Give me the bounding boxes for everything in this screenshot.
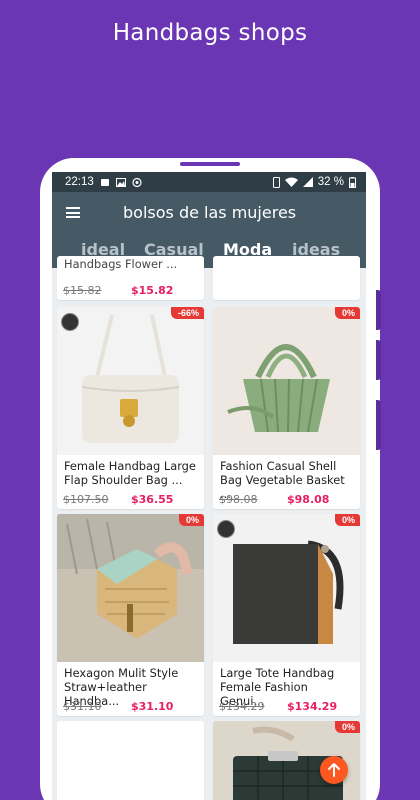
product-price: $134.29 bbox=[287, 700, 338, 713]
product-old-price: $31.10 bbox=[63, 700, 102, 713]
product-price: $31.10 bbox=[131, 700, 174, 713]
scroll-top-button[interactable] bbox=[320, 756, 348, 784]
product-name: Handbags Flower ... bbox=[64, 257, 178, 271]
app-screen: 22:13 32 % bolsos de las mujeres ideal C… bbox=[52, 172, 366, 800]
arrow-up-icon bbox=[328, 763, 340, 777]
hexagon-straw-bag-image bbox=[57, 514, 204, 662]
app-title: bolsos de las mujeres bbox=[123, 203, 297, 222]
discount-badge: -66% bbox=[170, 307, 204, 319]
phone-icon bbox=[272, 176, 280, 188]
app-notification-icon bbox=[132, 177, 142, 187]
volume-down-button bbox=[376, 340, 381, 380]
product-card[interactable]: 0% Large Tote Handbag Female Fashion Gen… bbox=[213, 514, 360, 716]
discount-badge: 0% bbox=[178, 514, 204, 526]
promo-title: Handbags shops bbox=[112, 20, 308, 46]
product-old-price: $107.50 bbox=[63, 493, 109, 506]
discount-badge: 0% bbox=[334, 514, 360, 526]
product-grid: Handbags Flower ... $15.82 $15.82 -66% F… bbox=[52, 256, 366, 800]
product-card[interactable]: Handbags Flower ... $15.82 $15.82 bbox=[57, 256, 204, 300]
status-time: 22:13 bbox=[65, 176, 94, 188]
app-bar: bolsos de las mujeres bbox=[52, 192, 366, 232]
product-image: 0% bbox=[57, 514, 204, 662]
status-bar: 22:13 32 % bbox=[52, 172, 366, 192]
image-icon bbox=[115, 177, 126, 187]
hamburger-icon[interactable] bbox=[66, 207, 80, 218]
battery-percent: 32 % bbox=[317, 176, 344, 188]
product-old-price: $15.82 bbox=[63, 284, 102, 297]
product-old-price: $98.08 bbox=[219, 493, 258, 506]
notification-icon bbox=[100, 178, 109, 186]
wifi-icon bbox=[284, 177, 298, 187]
green-basket-bag-image bbox=[213, 307, 360, 455]
product-card[interactable]: 0% Hexagon Mulit Style Straw+leather Han… bbox=[57, 514, 204, 716]
signal-icon bbox=[302, 177, 313, 187]
phone-speaker bbox=[180, 162, 240, 166]
product-image: 0% bbox=[213, 514, 360, 662]
product-card[interactable]: -66% Female Handbag Large Flap Shoulder … bbox=[57, 307, 204, 509]
volume-up-button bbox=[376, 290, 381, 330]
product-card[interactable] bbox=[57, 721, 204, 800]
power-button bbox=[376, 400, 381, 450]
product-name: Female Handbag Large Flap Shoulder Bag .… bbox=[64, 459, 196, 487]
product-price: $98.08 bbox=[287, 493, 330, 506]
black-tote-bag-image bbox=[213, 514, 360, 662]
discount-badge: 0% bbox=[334, 307, 360, 319]
product-old-price: $134.29 bbox=[219, 700, 265, 713]
product-image: 0% bbox=[213, 307, 360, 455]
product-card[interactable] bbox=[213, 256, 360, 300]
product-image: -66% bbox=[57, 307, 204, 455]
white-handbag-image bbox=[57, 307, 204, 455]
shop-logo bbox=[217, 520, 235, 538]
shop-logo bbox=[61, 313, 79, 331]
product-price: $15.82 bbox=[131, 284, 174, 297]
discount-badge: 0% bbox=[334, 721, 360, 733]
product-card[interactable]: 0% Fashion Casual Shell Bag Vegetable Ba… bbox=[213, 307, 360, 509]
product-price: $36.55 bbox=[131, 493, 174, 506]
battery-icon bbox=[349, 176, 356, 188]
